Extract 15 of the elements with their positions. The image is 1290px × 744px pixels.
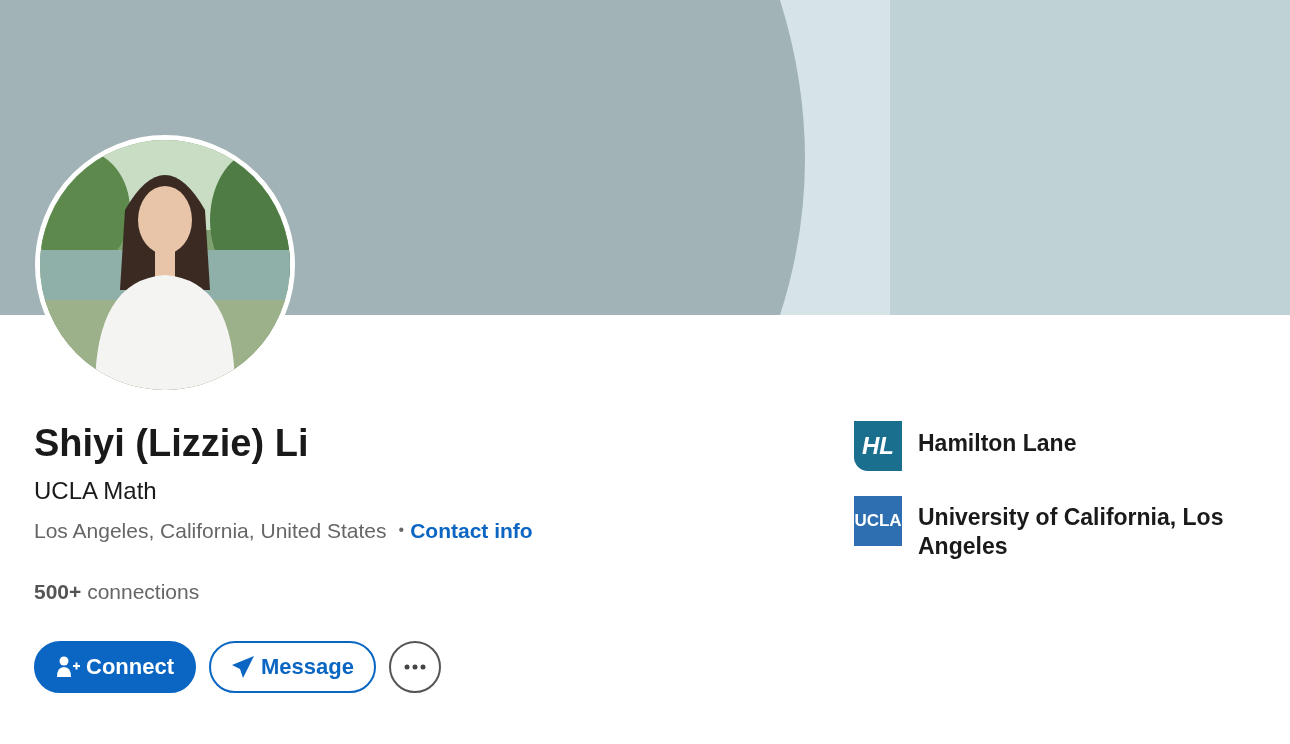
profile-name: Shiyi (Lizzie) Li <box>34 421 310 466</box>
organization-name[interactable]: Hamilton Lane <box>918 421 1258 459</box>
separator-dot: • <box>398 520 405 541</box>
connect-button[interactable]: Connect <box>34 640 196 693</box>
send-icon <box>231 654 255 679</box>
school-logo[interactable]: UCLA <box>854 496 902 546</box>
location-text: Los Angeles, California, United States <box>34 517 387 544</box>
connections-count: 500+ connections <box>34 579 201 606</box>
company-logo[interactable]: HL <box>854 421 902 471</box>
contact-info-link[interactable]: Contact info <box>410 514 533 547</box>
profile-headline: UCLA Math <box>34 475 158 506</box>
add-person-icon <box>56 654 80 679</box>
more-icon <box>403 663 426 670</box>
message-button[interactable]: Message <box>209 640 376 693</box>
organization-name[interactable]: University of California, Los Angeles <box>918 495 1258 562</box>
